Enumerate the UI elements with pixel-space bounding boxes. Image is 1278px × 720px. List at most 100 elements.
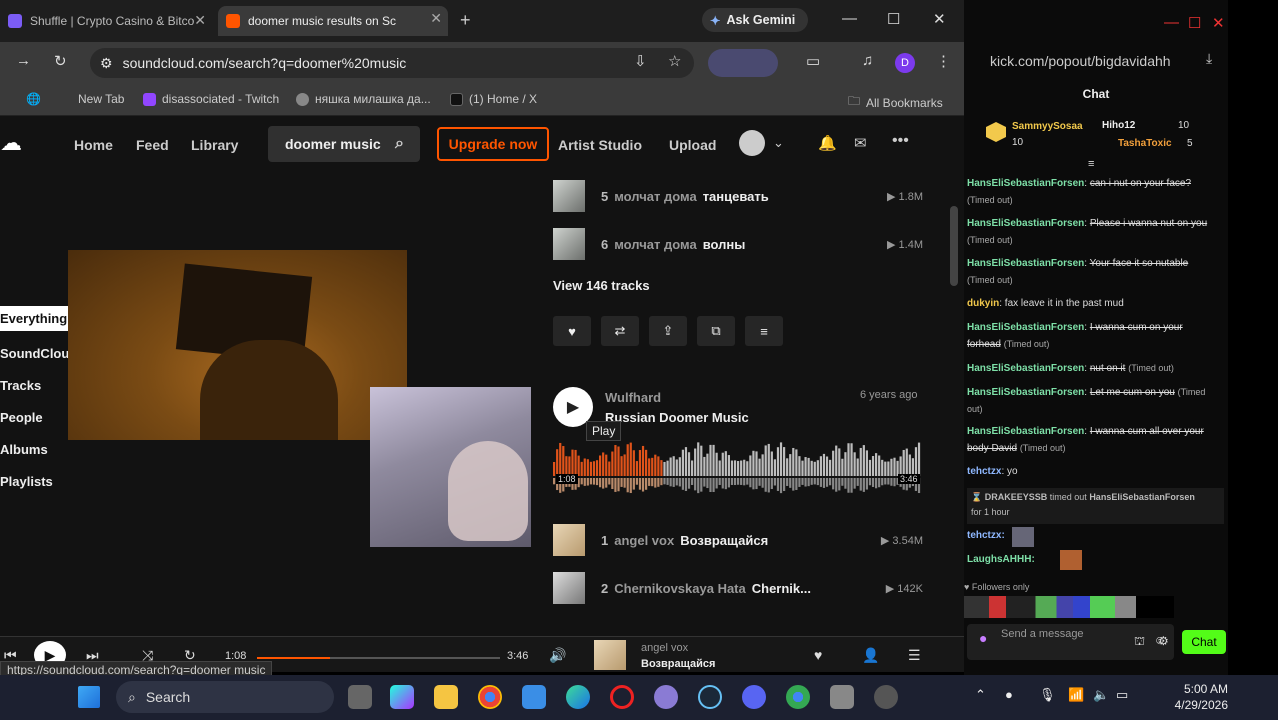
search-input[interactable]: doomer music ⌕ [268,126,420,162]
app-tray-icon[interactable]: ● [1005,687,1013,702]
more-icon[interactable]: ••• [892,132,909,150]
task-view-icon[interactable] [348,685,372,709]
close-icon[interactable]: ✕ [194,12,206,29]
tab-soundcloud[interactable]: doomer music results on Sc ✕ [218,6,448,36]
close-icon[interactable]: ✕ [1212,14,1225,32]
settings-icon[interactable] [830,685,854,709]
chat-user[interactable]: HansEliSebastianForsen [967,322,1084,333]
copy-link-button[interactable]: ⧉ [697,316,735,346]
list-item[interactable]: 1 angel vox Возвращайся ▶ 3.54M [553,522,923,558]
kick-address-bar[interactable]: kick.com/popout/bigdavidahh [964,42,1228,80]
chat-user[interactable]: HansEliSebastianForsen [967,178,1084,189]
filter-albums[interactable]: Albums [0,442,48,457]
track-title[interactable]: Возвращайся [680,533,768,548]
wifi-icon[interactable]: 📶 [1068,687,1084,703]
now-playing-title[interactable]: Возвращайся [641,658,715,670]
battery-icon[interactable]: ▭ [1116,687,1128,703]
now-playing-artwork[interactable] [594,640,626,670]
soundcloud-logo-icon[interactable]: ☁ [0,130,42,156]
media-player-icon[interactable] [654,685,678,709]
bookmark-x[interactable]: (1) Home / X [450,92,537,106]
windows-start-icon[interactable] [78,686,100,708]
list-item[interactable]: 6 молчат дома волны ▶ 1.4M [553,226,923,262]
globe-icon[interactable]: 🌐 [26,92,41,106]
chat-user[interactable]: HansEliSebastianForsen [967,363,1084,374]
reload-icon[interactable]: ↻ [54,52,67,70]
bookmark-new-tab[interactable]: New Tab [78,92,124,106]
nav-feed[interactable]: Feed [136,137,169,153]
chat-user[interactable]: dukyin [967,298,999,309]
discord-icon[interactable] [742,685,766,709]
gear-icon[interactable]: ⚙ [1158,634,1169,648]
speaker-icon[interactable]: 🔈 [1093,687,1109,703]
maximize-icon[interactable]: ☐ [887,10,900,28]
chat-send-button[interactable]: Chat [1182,630,1226,654]
filter-soundcloud[interactable]: SoundCloud [0,346,77,361]
app-icon[interactable] [874,685,898,709]
chat-user[interactable]: HansEliSebastianForsen [967,426,1084,437]
site-info-icon[interactable]: ⚙ [100,55,113,72]
filter-tracks[interactable]: Tracks [0,378,41,393]
profile-avatar[interactable]: D [895,53,915,73]
menu-icon[interactable]: ⋮ [936,52,951,70]
tab-search-icon[interactable]: ▭ [806,52,820,70]
mic-icon[interactable]: ● [979,631,987,645]
track-title[interactable]: волны [703,237,746,252]
chrome-icon[interactable] [478,685,502,709]
upload-link[interactable]: Upload [669,137,716,153]
chat-user[interactable]: HansEliSebastianForsen [967,258,1084,269]
nav-home[interactable]: Home [74,137,113,153]
track-artist[interactable]: Chernikovskaya Hata [614,581,746,596]
waveform[interactable] [553,442,921,500]
chevron-up-icon[interactable]: ⌃ [975,687,986,703]
add-to-next-button[interactable]: ≡ [745,316,783,346]
tab-shuffle[interactable]: Shuffle | Crypto Casino & Bitco ✕ [0,8,212,34]
filter-playlists[interactable]: Playlists [0,474,53,489]
mod-target[interactable]: HansEliSebastianForsen [1089,492,1195,502]
clock[interactable]: 5:00 AM 4/29/2026 [1148,681,1228,713]
steam-icon[interactable] [698,685,722,709]
share-button[interactable]: ⇪ [649,316,687,346]
chat-user[interactable]: HansEliSebastianForsen [967,387,1084,398]
track-title[interactable]: Chernik... [752,581,811,596]
minimize-icon[interactable]: — [1164,14,1179,31]
track-artist[interactable]: молчат дома [614,189,696,204]
track-title[interactable]: Russian Doomer Music [605,410,749,425]
volume-icon[interactable]: 🔊 [549,647,566,664]
like-button[interactable]: ♥ [553,316,591,346]
queue-icon[interactable]: ☰ [908,647,921,664]
mic-icon[interactable]: 🎙 [1039,687,1056,703]
store-icon[interactable] [522,685,546,709]
file-explorer-icon[interactable] [434,685,458,709]
heart-icon[interactable]: ♥ [814,647,822,663]
chat-user[interactable]: tehctzx: [967,530,1005,541]
forward-icon[interactable]: → [16,52,31,69]
track-artwork[interactable] [370,387,531,547]
taskbar-search[interactable]: ⌕ Search [116,681,334,713]
repost-button[interactable]: ⇄ [601,316,639,346]
bookmark-nyashka[interactable]: няшка милашка да... [296,92,431,106]
expand-icon[interactable]: ≡ [1088,158,1094,170]
address-bar[interactable]: ⚙ soundcloud.com/search?q=doomer%20music [90,48,694,78]
scrollbar[interactable] [950,206,958,286]
mod-name[interactable]: DRAKEEYSSB [985,492,1048,502]
close-icon[interactable]: ✕ [430,10,442,27]
all-bookmarks[interactable]: 🗀 All Bookmarks [848,92,943,113]
track-artist[interactable]: angel vox [614,533,674,548]
emote-bar[interactable] [964,596,1174,618]
mail-icon[interactable]: ✉ [854,134,867,152]
search-icon[interactable]: ⌕ [395,135,404,153]
leader-name[interactable]: Hiho12 [1102,120,1135,131]
bell-icon[interactable]: 🔔 [818,134,837,152]
view-tracks-link[interactable]: View 146 tracks [553,278,650,293]
track-title[interactable]: танцевать [703,189,769,204]
avatar[interactable] [739,130,765,156]
follow-icon[interactable]: 👤 [862,647,879,664]
new-tab-icon[interactable]: + [460,10,471,31]
artist-studio-link[interactable]: Artist Studio [558,137,642,153]
nav-library[interactable]: Library [191,137,238,153]
leader-name[interactable]: SammyySosaa [1012,121,1083,132]
chrome-profile-icon[interactable] [786,685,810,709]
media-control-icon[interactable]: ♫ [862,52,873,69]
gift-icon[interactable]: ⛫ [1134,634,1145,650]
